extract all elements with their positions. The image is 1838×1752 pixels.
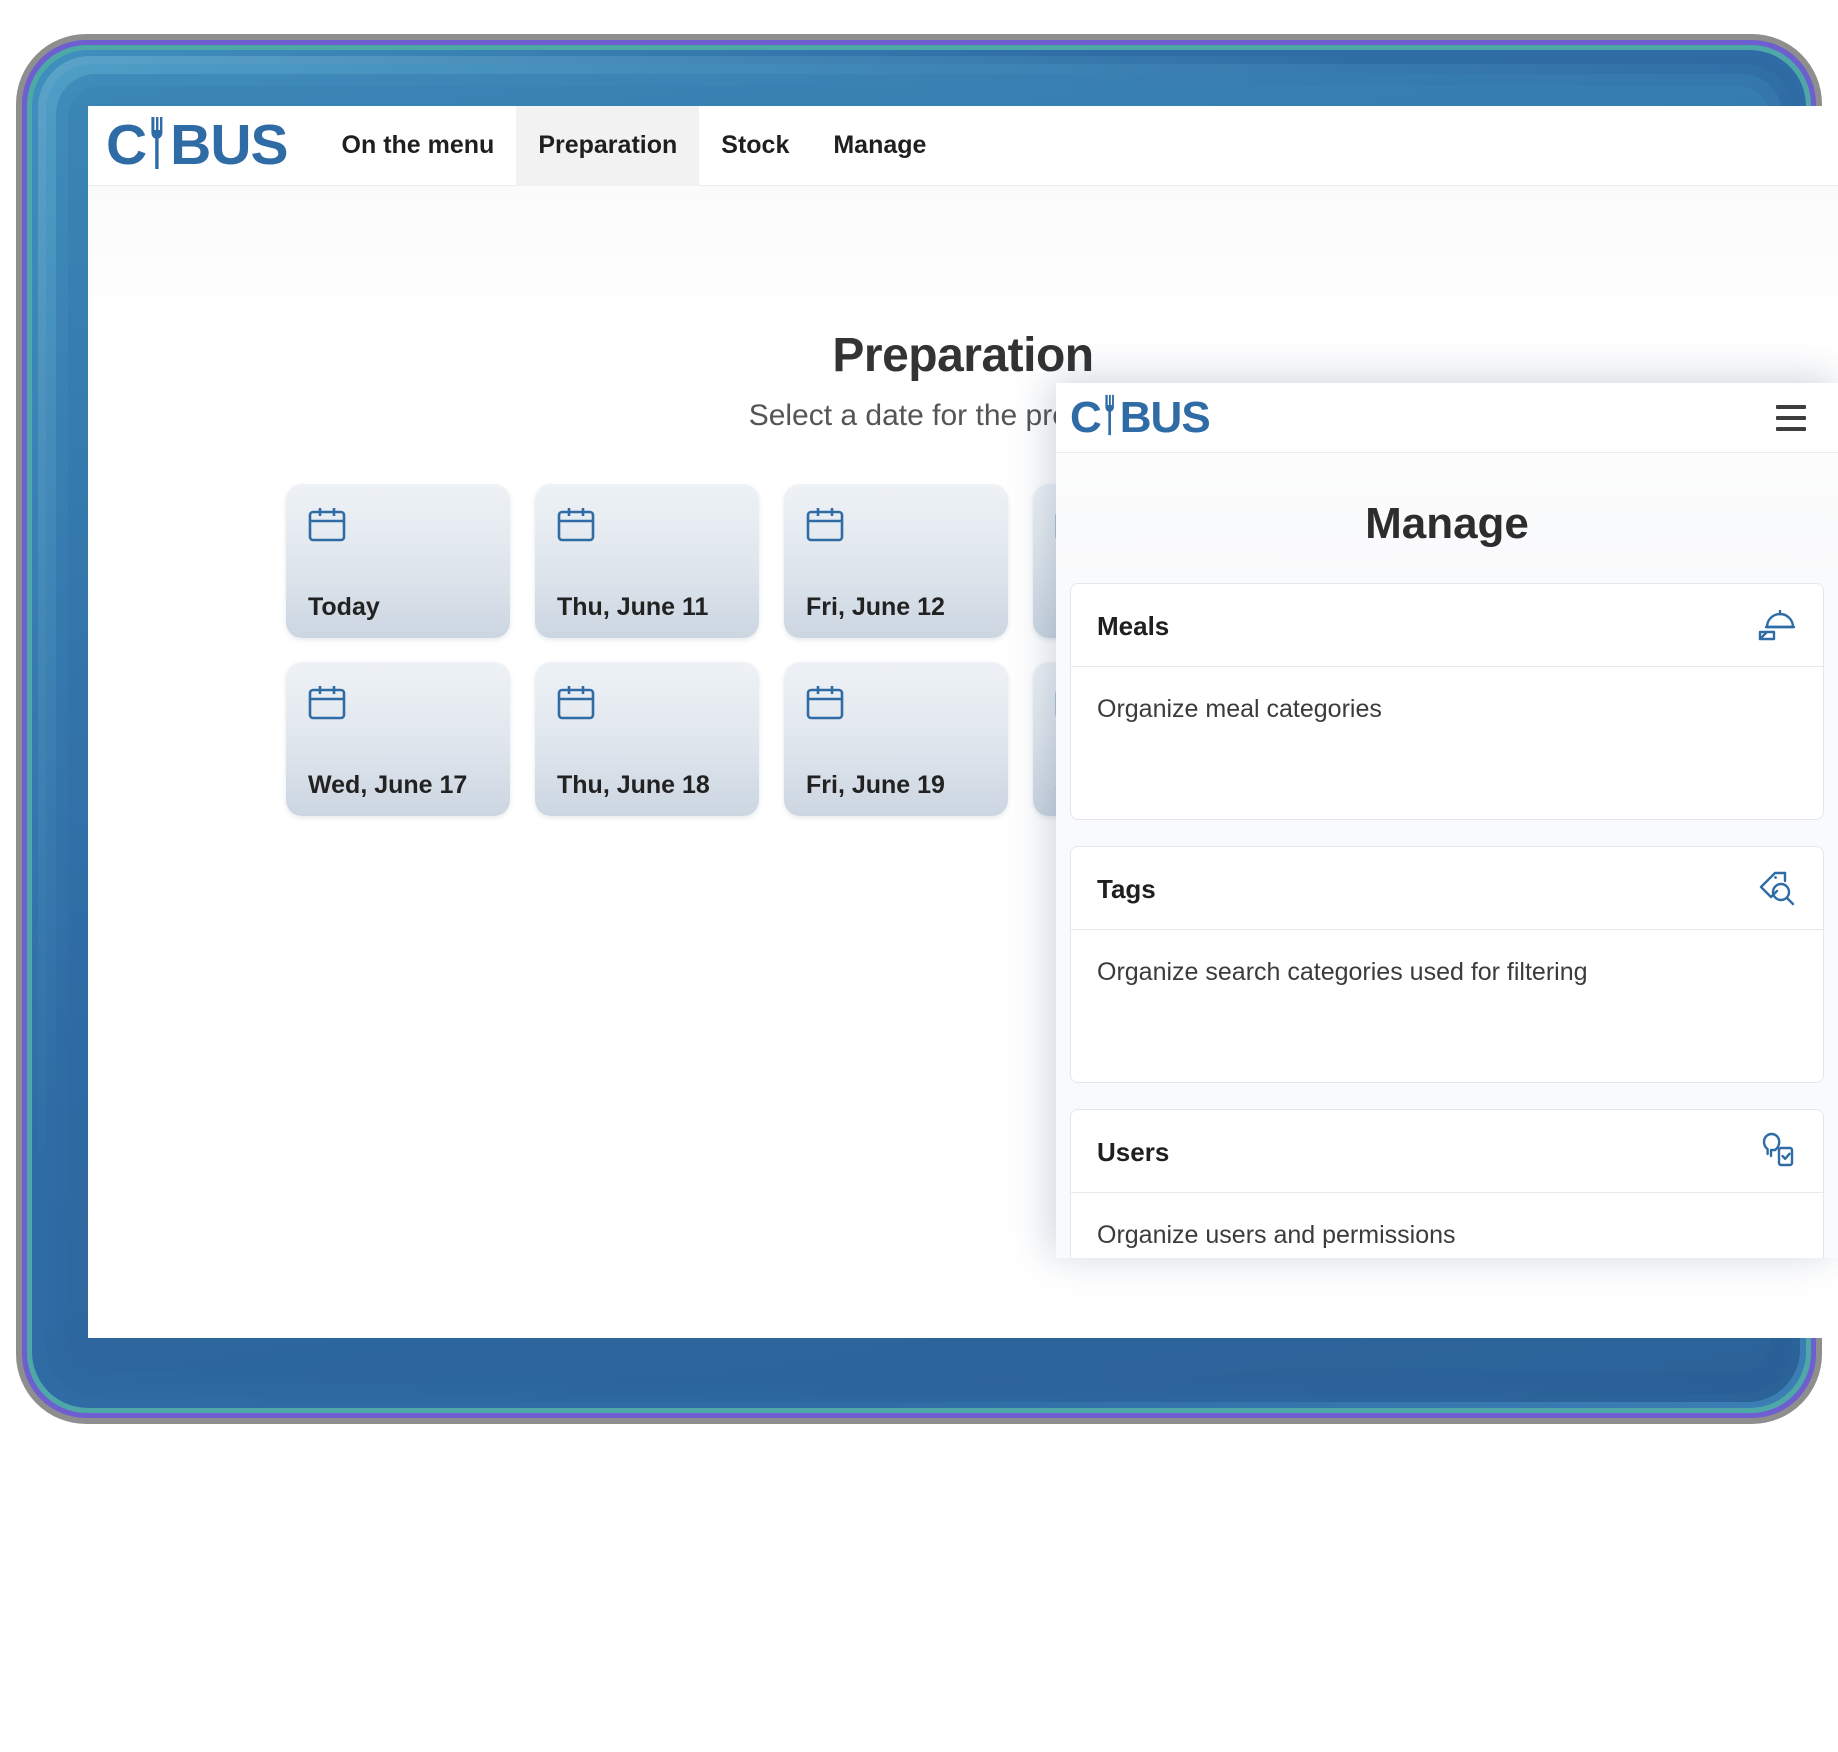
- manage-card-tags[interactable]: Tags Organize search categories used for…: [1070, 846, 1824, 1083]
- manage-card-meals[interactable]: Meals Organize meal categories: [1070, 583, 1824, 820]
- manage-card-body: Organize meal categories: [1097, 695, 1382, 723]
- nav-item-stock[interactable]: Stock: [699, 106, 811, 186]
- date-card-label: Thu, June 11: [557, 593, 709, 621]
- page-title: Preparation: [832, 329, 1094, 382]
- nav-item-preparation[interactable]: Preparation: [516, 106, 700, 186]
- logo-text-right: BUS: [170, 113, 288, 177]
- manage-card-header: Users: [1071, 1110, 1823, 1193]
- date-card[interactable]: Thu, June 11: [535, 484, 759, 638]
- hamburger-icon[interactable]: [1776, 404, 1806, 431]
- food-dome-icon: [1755, 606, 1797, 646]
- fork-icon: [147, 115, 169, 176]
- date-card[interactable]: Fri, June 12: [784, 484, 1008, 638]
- hamburger-bar: [1776, 404, 1806, 409]
- manage-card-title: Tags: [1097, 873, 1156, 904]
- date-card-label: Fri, June 12: [806, 593, 945, 621]
- date-card[interactable]: Fri, June 19: [784, 662, 1008, 816]
- manage-overlay-panel: C BUS Manage Meals Organize meal categor…: [1056, 383, 1838, 1258]
- calendar-icon: [806, 684, 1008, 720]
- user-permissions-icon: [1755, 1132, 1797, 1172]
- calendar-icon: [308, 684, 510, 720]
- manage-card-header: Tags: [1071, 847, 1823, 930]
- date-card-label: Wed, June 17: [308, 771, 468, 799]
- calendar-icon: [557, 684, 759, 720]
- nav-item-on-the-menu[interactable]: On the menu: [320, 106, 517, 186]
- calendar-icon: [806, 506, 1008, 542]
- brand-logo[interactable]: C BUS: [106, 113, 289, 177]
- hamburger-bar: [1776, 415, 1806, 420]
- nav-item-manage[interactable]: Manage: [811, 106, 948, 186]
- overlay-page-title: Manage: [1056, 453, 1838, 583]
- nav-items: On the menu Preparation Stock Manage: [320, 106, 949, 186]
- logo-text-left: C: [106, 113, 147, 177]
- fork-icon: [1102, 393, 1119, 442]
- date-card-label: Today: [308, 593, 380, 621]
- date-card[interactable]: Wed, June 17: [286, 662, 510, 816]
- logo-text-right: BUS: [1119, 392, 1211, 442]
- manage-card-body: Organize search categories used for filt…: [1097, 958, 1588, 986]
- top-navbar: C BUS On the menu Preparation Stock Mana…: [88, 106, 1838, 186]
- tag-search-icon: [1755, 869, 1797, 909]
- manage-card-body: Organize users and permissions: [1097, 1221, 1456, 1249]
- manage-card-title: Users: [1097, 1136, 1170, 1167]
- manage-card-header: Meals: [1071, 584, 1823, 667]
- calendar-icon: [557, 506, 759, 542]
- logo-text-left: C: [1070, 392, 1102, 442]
- date-card-label: Thu, June 18: [557, 771, 710, 799]
- manage-card-users[interactable]: Users Organize users and permissions: [1070, 1109, 1824, 1258]
- date-card[interactable]: Thu, June 18: [535, 662, 759, 816]
- overlay-brand-logo[interactable]: C BUS: [1070, 392, 1211, 442]
- date-card-label: Fri, June 19: [806, 771, 945, 799]
- hamburger-bar: [1776, 426, 1806, 431]
- date-card[interactable]: Today: [286, 484, 510, 638]
- calendar-icon: [308, 506, 510, 542]
- manage-card-title: Meals: [1097, 610, 1170, 641]
- overlay-navbar: C BUS: [1056, 383, 1838, 453]
